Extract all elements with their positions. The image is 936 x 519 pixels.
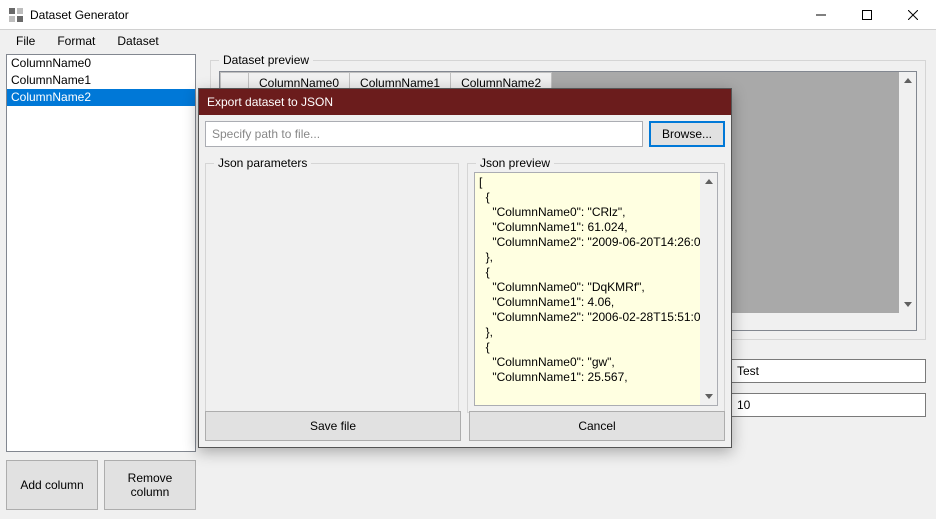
menu-format[interactable]: Format xyxy=(47,32,105,50)
save-file-button[interactable]: Save file xyxy=(205,411,461,441)
json-parameters-group: Json parameters xyxy=(205,163,459,413)
window-title: Dataset Generator xyxy=(30,8,129,22)
columns-listbox[interactable]: ColumnName0 ColumnName1 ColumnName2 xyxy=(6,54,196,452)
add-column-button[interactable]: Add column xyxy=(6,460,98,510)
json-preview-scrollbar[interactable] xyxy=(700,173,717,405)
menu-file[interactable]: File xyxy=(6,32,45,50)
export-json-dialog: Export dataset to JSON Browse... Json pa… xyxy=(198,88,732,448)
app-icon xyxy=(8,7,24,23)
list-item[interactable]: ColumnName1 xyxy=(7,72,195,89)
close-button[interactable] xyxy=(890,0,936,30)
json-preview-text: [ { "ColumnName0": "CRlz", "ColumnName1"… xyxy=(475,173,700,405)
browse-button[interactable]: Browse... xyxy=(649,121,725,147)
scroll-up-icon[interactable] xyxy=(700,173,717,190)
dataset-preview-legend: Dataset preview xyxy=(219,53,313,67)
remove-column-button[interactable]: Remove column xyxy=(104,460,196,510)
scroll-up-icon[interactable] xyxy=(899,72,916,89)
scroll-down-icon[interactable] xyxy=(899,296,916,313)
scroll-down-icon[interactable] xyxy=(700,388,717,405)
list-item[interactable]: ColumnName2 xyxy=(7,89,195,106)
window-titlebar: Dataset Generator xyxy=(0,0,936,30)
json-preview-textbox[interactable]: [ { "ColumnName0": "CRlz", "ColumnName1"… xyxy=(474,172,718,406)
cancel-button[interactable]: Cancel xyxy=(469,411,725,441)
menu-bar: File Format Dataset xyxy=(0,30,936,52)
menu-dataset[interactable]: Dataset xyxy=(107,32,168,50)
rowcount-field[interactable] xyxy=(730,393,926,417)
list-item[interactable]: ColumnName0 xyxy=(7,55,195,72)
file-path-input[interactable] xyxy=(205,121,643,147)
minimize-button[interactable] xyxy=(798,0,844,30)
json-preview-group: Json preview [ { "ColumnName0": "CRlz", … xyxy=(467,163,725,413)
dialog-title: Export dataset to JSON xyxy=(199,89,731,115)
json-parameters-legend: Json parameters xyxy=(214,156,311,170)
grid-vertical-scrollbar[interactable] xyxy=(899,72,916,313)
columntext-field[interactable] xyxy=(730,359,926,383)
json-preview-legend: Json preview xyxy=(476,156,554,170)
maximize-button[interactable] xyxy=(844,0,890,30)
